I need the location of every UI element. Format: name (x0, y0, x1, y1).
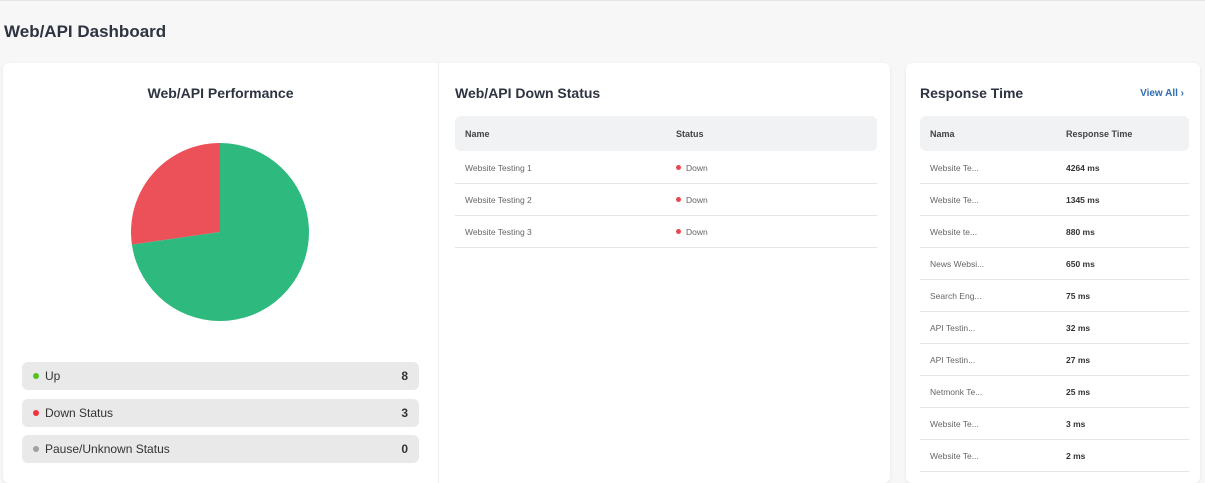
row-name: Website Testing 2 (465, 195, 532, 205)
table-row[interactable]: Website Te... 2 ms (920, 439, 1189, 472)
row-response-time: 25 ms (1066, 387, 1091, 397)
chevron-right-icon: › (1180, 88, 1184, 99)
table-row[interactable]: Website Te... 1345 ms (920, 183, 1189, 216)
row-name: API Testin... (930, 323, 976, 333)
status-dot-icon (33, 373, 39, 379)
row-response-time: 75 ms (1066, 291, 1091, 301)
column-header-status: Status (676, 129, 704, 139)
legend-item: Up 8 (22, 362, 419, 390)
performance-card: Web/API Performance Up 8 Down Status 3 Pause… (3, 63, 890, 483)
view-all-label: View All (1140, 88, 1178, 99)
response-time-title: Response Time (920, 85, 1024, 101)
legend-item: Down Status 3 (22, 398, 419, 427)
row-response-time: 32 ms (1066, 323, 1091, 333)
legend-value: 8 (401, 369, 408, 383)
response-table-header: Nama Response Time (920, 116, 1189, 151)
row-response-time: 1345 ms (1066, 195, 1100, 205)
legend-value: 3 (401, 405, 408, 420)
column-header-name: Name (465, 129, 490, 139)
table-row[interactable]: Website Testing 3 Down (455, 215, 877, 248)
table-row[interactable]: Website Testing 2 Down (455, 183, 877, 216)
row-name: Website Te... (930, 419, 979, 429)
row-response-time: 3 ms (1066, 419, 1086, 429)
column-header-response-time: Response Time (1066, 129, 1133, 139)
row-name: Website Testing 1 (465, 163, 532, 173)
status-dot-icon (33, 446, 39, 452)
response-time-card: Response Time View All › Nama Response T… (906, 63, 1200, 483)
down-dot-icon (676, 197, 681, 202)
row-name: Website Te... (930, 451, 979, 461)
page-title: Web/API Dashboard (4, 22, 167, 41)
row-name: News Websi... (930, 259, 985, 269)
view-all-link[interactable]: View All › (1140, 88, 1184, 99)
down-dot-icon (676, 229, 681, 234)
table-row[interactable]: Search Eng... 75 ms (920, 279, 1189, 312)
down-dot-icon (676, 165, 681, 170)
row-response-time: 880 ms (1066, 227, 1095, 237)
table-row[interactable]: News Websi... 650 ms (920, 247, 1189, 280)
row-status: Down (686, 195, 708, 205)
legend-label: Down Status (45, 405, 114, 420)
row-response-time: 27 ms (1066, 355, 1091, 365)
row-name: Website te... (930, 227, 978, 237)
column-header-nama: Nama (930, 129, 955, 139)
row-name: Website Testing 3 (465, 227, 532, 237)
row-name: Website Te... (930, 195, 979, 205)
performance-title: Web/API Performance (147, 85, 294, 101)
row-status: Down (686, 163, 708, 173)
row-response-time: 2 ms (1066, 451, 1086, 461)
row-response-time: 650 ms (1066, 259, 1095, 269)
row-status: Down (686, 227, 708, 237)
table-row[interactable]: Website Testing 1 Down (455, 151, 877, 184)
table-row[interactable]: API Testin... 32 ms (920, 311, 1189, 344)
row-name: Website Te... (930, 163, 979, 173)
table-row[interactable]: Website Te... 4264 ms (920, 151, 1189, 184)
table-row[interactable]: API Testin... 27 ms (920, 343, 1189, 376)
table-row[interactable]: Website Te... 3 ms (920, 407, 1189, 440)
status-dot-icon (33, 409, 39, 416)
down-status-table-header: Name Status (455, 116, 877, 151)
divider (438, 63, 439, 483)
row-name: Search Eng... (930, 291, 982, 301)
row-name: API Testin... (930, 355, 976, 365)
legend-value: 0 (401, 442, 408, 456)
legend-item: Pause/Unknown Status 0 (22, 435, 419, 463)
table-row[interactable]: Website te... 880 ms (920, 215, 1189, 248)
row-response-time: 4264 ms (1066, 163, 1100, 173)
pie-slice-down[interactable] (130, 143, 220, 245)
row-name: Netmonk Te... (930, 387, 983, 397)
legend-label: Up (45, 369, 61, 383)
legend-label: Pause/Unknown Status (45, 442, 170, 456)
performance-pie-chart (130, 143, 309, 321)
table-row[interactable]: Netmonk Te... 25 ms (920, 375, 1189, 408)
down-status-title: Web/API Down Status (455, 85, 601, 101)
